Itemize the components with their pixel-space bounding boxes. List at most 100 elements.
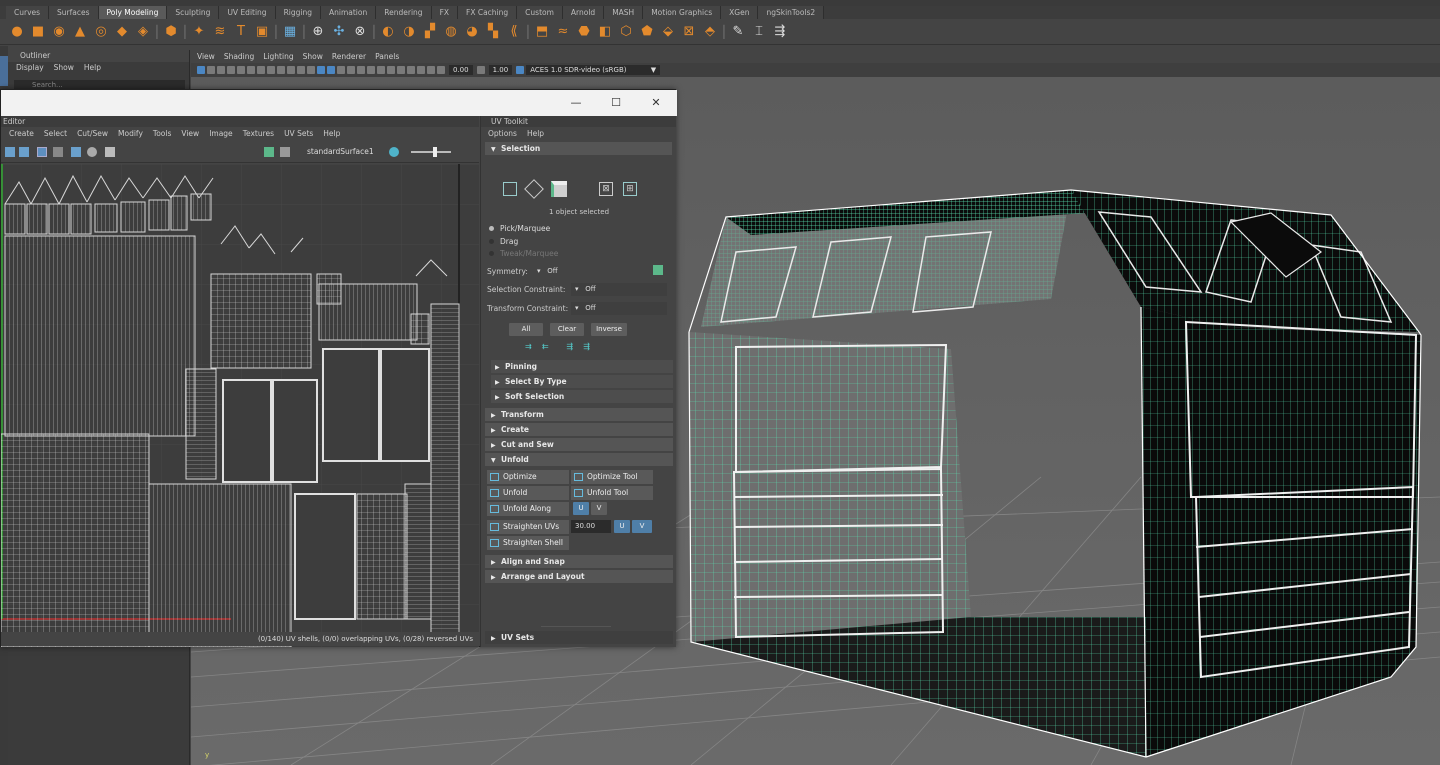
xray-joints-icon[interactable]: [417, 66, 425, 74]
shrink-loop-icon[interactable]: ⇶: [583, 342, 590, 351]
select-face-icon[interactable]: [524, 179, 544, 199]
uv-menu-uv-sets[interactable]: UV Sets: [284, 127, 313, 141]
uv-menu-help[interactable]: Help: [323, 127, 340, 141]
uv-shaded-icon[interactable]: [37, 147, 47, 157]
lights-icon[interactable]: [357, 66, 365, 74]
transform-constraint-dropdown[interactable]: ▾ Off: [571, 302, 667, 315]
uv-menu-tools[interactable]: Tools: [153, 127, 171, 141]
merge-icon[interactable]: ⬟: [638, 23, 656, 41]
shelf-tab[interactable]: UV Editing: [219, 6, 276, 19]
uv-menu-cut-sew[interactable]: Cut/Sew: [77, 127, 108, 141]
sweep-icon[interactable]: ≋: [211, 23, 229, 41]
disc-icon[interactable]: ◈: [134, 23, 152, 41]
shelf-tab[interactable]: Poly Modeling: [98, 6, 168, 19]
uvtk-menu-options[interactable]: Options: [488, 127, 517, 141]
boolean-icon[interactable]: ◍: [442, 23, 460, 41]
shelf-tab[interactable]: Arnold: [562, 6, 605, 19]
section-selection[interactable]: ▼ Selection: [485, 142, 672, 155]
bookmark-icon[interactable]: [217, 66, 225, 74]
transform-values-icon[interactable]: ⊗: [351, 23, 369, 41]
shelf-tab[interactable]: Curves: [6, 6, 50, 19]
cylinder-icon[interactable]: ◉: [50, 23, 68, 41]
sphere-icon[interactable]: ●: [8, 23, 26, 41]
shelf-tab[interactable]: FX Caching: [458, 6, 518, 19]
uv-checker-icon[interactable]: [53, 147, 63, 157]
uv-surface-label[interactable]: standardSurface1: [307, 147, 374, 156]
uv-slider-track[interactable]: [411, 151, 451, 153]
unfold-along-u-button[interactable]: U: [573, 502, 589, 515]
section-transform[interactable]: ▶ Transform: [485, 408, 673, 421]
depth-of-field-icon[interactable]: [397, 66, 405, 74]
uv-canvas[interactable]: [1, 164, 479, 647]
safe-action-icon[interactable]: [287, 66, 295, 74]
shelf-tab[interactable]: Rigging: [275, 6, 321, 19]
resolution-gate-icon[interactable]: [257, 66, 265, 74]
uv-camera-icon[interactable]: [105, 147, 115, 157]
ambient-occlusion-icon[interactable]: [377, 66, 385, 74]
shelf-tab[interactable]: FX: [431, 6, 459, 19]
section-arrange-and-layout[interactable]: ▶ Arrange and Layout: [485, 570, 673, 583]
uv-menu-modify[interactable]: Modify: [118, 127, 143, 141]
svg-icon[interactable]: ▣: [253, 23, 271, 41]
safe-title-icon[interactable]: [297, 66, 305, 74]
section-align-and-snap[interactable]: ▶ Align and Snap: [485, 555, 673, 568]
gamma-field[interactable]: 1.00: [488, 65, 513, 75]
viewport-menu-view[interactable]: View: [197, 50, 215, 63]
uv-display-icon[interactable]: [87, 147, 97, 157]
straighten-shell-button[interactable]: Straighten Shell: [487, 536, 569, 550]
unfold-along-v-button[interactable]: V: [591, 502, 607, 515]
straighten-v-button[interactable]: V: [632, 520, 652, 533]
textured-icon[interactable]: [347, 66, 355, 74]
shelf-tab[interactable]: Rendering: [376, 6, 432, 19]
select-clear-button[interactable]: Clear: [550, 323, 584, 336]
calculator-icon[interactable]: ▦: [281, 23, 299, 41]
viewport-menu-shading[interactable]: Shading: [224, 50, 254, 63]
unfold-button[interactable]: Unfold: [487, 486, 569, 500]
bridge-icon[interactable]: ≈: [554, 23, 572, 41]
uv-menu-create[interactable]: Create: [9, 127, 34, 141]
subsection-pinning[interactable]: ▶ Pinning: [491, 360, 673, 373]
mirror-icon[interactable]: ⟪: [505, 23, 523, 41]
maximize-icon[interactable]: ☐: [608, 95, 624, 111]
shelf-tab[interactable]: Motion Graphics: [643, 6, 722, 19]
antialiasing-icon[interactable]: [387, 66, 395, 74]
image-plane-icon[interactable]: [227, 66, 235, 74]
insert-loop-icon[interactable]: ⌶: [750, 23, 768, 41]
unfold-tool-button[interactable]: Unfold Tool: [571, 486, 653, 500]
section-create[interactable]: ▶ Create: [485, 423, 673, 436]
exposure-field[interactable]: 0.00: [449, 65, 473, 75]
fill-hole-icon[interactable]: ⬡: [617, 23, 635, 41]
symmetry-icon[interactable]: [653, 265, 663, 275]
select-border-icon[interactable]: ⊠: [599, 182, 613, 196]
type-icon[interactable]: T: [232, 23, 250, 41]
smooth-icon[interactable]: ◕: [463, 23, 481, 41]
shelf-tab[interactable]: Custom: [517, 6, 563, 19]
unfold-along-button[interactable]: Unfold Along: [487, 502, 569, 516]
plane-icon[interactable]: ◆: [113, 23, 131, 41]
section-cut-and-sew[interactable]: ▶ Cut and Sew: [485, 438, 673, 451]
collapse-icon[interactable]: ⬙: [659, 23, 677, 41]
rail-button[interactable]: [0, 56, 8, 86]
viewport-menu-show[interactable]: Show: [303, 50, 323, 63]
subsection-soft-selection[interactable]: ▶ Soft Selection: [491, 390, 673, 403]
isolate-select-icon[interactable]: [407, 66, 415, 74]
wireframe-on-shaded-icon[interactable]: [327, 66, 335, 74]
grow-icon[interactable]: ⇉: [525, 342, 532, 351]
select-all-button[interactable]: All: [509, 323, 543, 336]
xray-active-icon[interactable]: [427, 66, 435, 74]
outliner-menu-show[interactable]: Show: [54, 62, 74, 74]
optimize-tool-button[interactable]: Optimize Tool: [571, 470, 653, 484]
viewport-menu-lighting[interactable]: Lighting: [263, 50, 293, 63]
minimize-icon[interactable]: —: [568, 95, 584, 111]
separate-icon[interactable]: ◑: [400, 23, 418, 41]
camera-attr-icon[interactable]: [207, 66, 215, 74]
shadows-icon[interactable]: [367, 66, 375, 74]
uv-snapshot-icon[interactable]: [5, 147, 15, 157]
outliner-menu-display[interactable]: Display: [16, 62, 44, 74]
bool-diff-icon[interactable]: ◧: [596, 23, 614, 41]
section-unfold[interactable]: ▼ Unfold: [485, 453, 673, 466]
super-shape-icon[interactable]: ✦: [190, 23, 208, 41]
subsection-select-by-type[interactable]: ▶ Select By Type: [491, 375, 673, 388]
section-uv-sets[interactable]: ▶ UV Sets: [485, 631, 673, 644]
select-inverse-button[interactable]: Inverse: [591, 323, 627, 336]
